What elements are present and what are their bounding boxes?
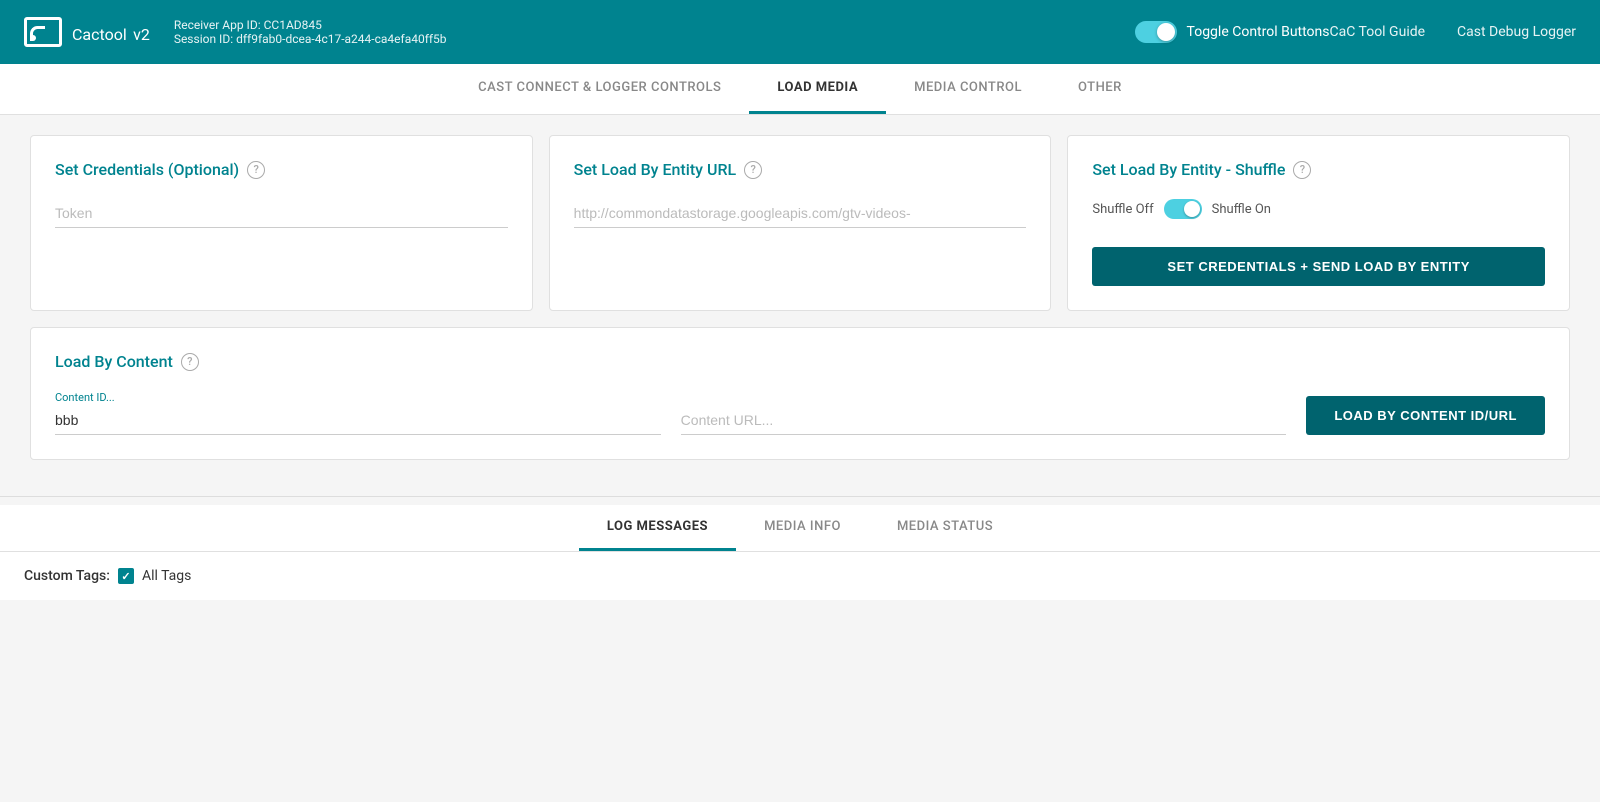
logo-name: Cactool: [72, 25, 127, 44]
shuffle-help-icon[interactable]: ?: [1293, 161, 1311, 179]
token-input[interactable]: [55, 199, 508, 228]
bottom-tabs: LOG MESSAGES MEDIA INFO MEDIA STATUS: [0, 505, 1600, 552]
content-url-group: [681, 406, 1287, 435]
bottom-content: Custom Tags: All Tags: [0, 552, 1600, 600]
bottom-tab-log-messages[interactable]: LOG MESSAGES: [579, 505, 736, 551]
tab-load-media[interactable]: LOAD MEDIA: [749, 64, 886, 114]
load-by-content-card: Load By Content ? Content ID... LOAD BY …: [30, 327, 1570, 460]
credentials-card-title: Set Credentials (Optional) ?: [55, 160, 508, 179]
content-fields-row: Content ID... LOAD BY CONTENT ID/URL: [55, 391, 1545, 435]
content-id-input[interactable]: [55, 406, 661, 435]
entity-url-help-icon[interactable]: ?: [744, 161, 762, 179]
content-url-input[interactable]: [681, 406, 1287, 435]
all-tags-label: All Tags: [142, 568, 191, 584]
cast-icon-dot: [30, 35, 36, 41]
toggle-label: Toggle Control Buttons: [1187, 24, 1330, 40]
entity-url-card: Set Load By Entity URL ?: [549, 135, 1052, 311]
app-header: Cactool v2 Receiver App ID: CC1AD845 Ses…: [0, 0, 1600, 64]
load-by-content-help-icon[interactable]: ?: [181, 353, 199, 371]
custom-tags-label: Custom Tags:: [24, 568, 110, 584]
shuffle-toggle-row: Shuffle Off Shuffle On: [1092, 199, 1545, 219]
entity-url-card-title: Set Load By Entity URL ?: [574, 160, 1027, 179]
logo-version: v2: [133, 25, 150, 44]
nav-logger-link[interactable]: Cast Debug Logger: [1457, 24, 1576, 40]
session-info: Receiver App ID: CC1AD845 Session ID: df…: [174, 18, 1119, 46]
bottom-tab-media-status[interactable]: MEDIA STATUS: [869, 505, 1021, 551]
session-id: Session ID: dff9fab0-dcea-4c17-a244-ca4e…: [174, 32, 1119, 46]
receiver-app-id: Receiver App ID: CC1AD845: [174, 18, 1119, 32]
load-by-content-title: Load By Content ?: [55, 352, 1545, 371]
logo-text: Cactool v2: [72, 17, 150, 47]
content-id-group: Content ID...: [55, 391, 661, 435]
bottom-section: LOG MESSAGES MEDIA INFO MEDIA STATUS Cus…: [0, 505, 1600, 600]
nav-guide-link[interactable]: CaC Tool Guide: [1330, 24, 1426, 40]
cast-icon: [24, 17, 62, 47]
main-content: Set Credentials (Optional) ? Set Load By…: [0, 115, 1600, 496]
shuffle-off-label: Shuffle Off: [1092, 202, 1153, 217]
tab-media-control[interactable]: MEDIA CONTROL: [886, 64, 1050, 114]
main-tabs: CAST CONNECT & LOGGER CONTROLS LOAD MEDI…: [0, 64, 1600, 115]
header-nav: CaC Tool Guide Cast Debug Logger: [1330, 24, 1577, 40]
toggle-section: Toggle Control Buttons: [1135, 21, 1330, 43]
bottom-tab-media-info[interactable]: MEDIA INFO: [736, 505, 869, 551]
tab-cast-connect[interactable]: CAST CONNECT & LOGGER CONTROLS: [450, 64, 749, 114]
set-credentials-send-entity-button[interactable]: SET CREDENTIALS + SEND LOAD BY ENTITY: [1092, 247, 1545, 286]
content-id-label: Content ID...: [55, 391, 661, 404]
logo: Cactool v2: [24, 17, 150, 47]
shuffle-card: Set Load By Entity - Shuffle ? Shuffle O…: [1067, 135, 1570, 311]
load-by-content-button[interactable]: LOAD BY CONTENT ID/URL: [1306, 396, 1545, 435]
shuffle-on-label: Shuffle On: [1212, 202, 1271, 217]
all-tags-checkbox[interactable]: [118, 568, 134, 584]
shuffle-toggle[interactable]: [1164, 199, 1202, 219]
shuffle-card-title: Set Load By Entity - Shuffle ?: [1092, 160, 1545, 179]
entity-url-input[interactable]: [574, 199, 1027, 228]
top-cards-row: Set Credentials (Optional) ? Set Load By…: [30, 135, 1570, 311]
control-buttons-toggle[interactable]: [1135, 21, 1177, 43]
tab-other[interactable]: OTHER: [1050, 64, 1150, 114]
credentials-card: Set Credentials (Optional) ?: [30, 135, 533, 311]
section-divider: [0, 496, 1600, 497]
custom-tags-row: Custom Tags: All Tags: [24, 568, 1576, 584]
credentials-help-icon[interactable]: ?: [247, 161, 265, 179]
